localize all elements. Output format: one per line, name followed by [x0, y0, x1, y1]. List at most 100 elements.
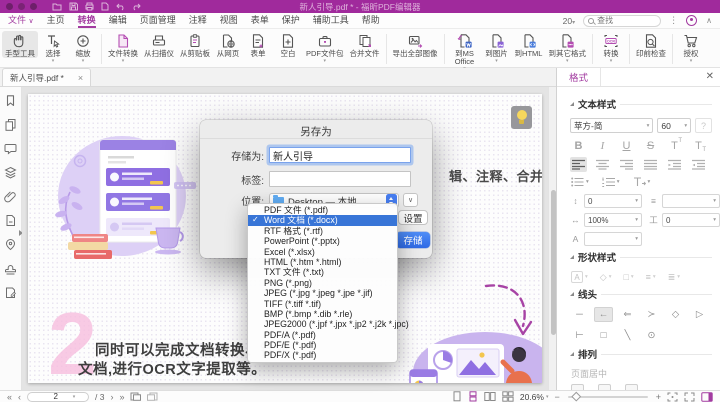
- menu-edit[interactable]: 编辑: [109, 13, 127, 28]
- settings-button[interactable]: 设置: [398, 210, 428, 225]
- format-option[interactable]: TIFF (*.tiff *.tif): [248, 299, 397, 309]
- tab-format[interactable]: 格式: [557, 68, 601, 86]
- format-option[interactable]: PDF/E (*.pdf): [248, 340, 397, 350]
- menu-help[interactable]: 帮助: [362, 13, 380, 28]
- single-page-view-icon[interactable]: [452, 391, 462, 402]
- format-option[interactable]: PDF 文件 (*.pdf): [248, 205, 397, 215]
- layers-icon[interactable]: [4, 166, 17, 179]
- menu-file[interactable]: 文件 ∨: [8, 13, 34, 28]
- zoom-slider[interactable]: [568, 396, 648, 398]
- horizontal-scale-control[interactable]: ↔ 100%▾: [570, 213, 642, 227]
- character-spacing-control[interactable]: A ▾: [570, 232, 642, 246]
- line-spacing-control[interactable]: ↕ 0▾: [570, 194, 642, 208]
- fit-page-icon[interactable]: [667, 392, 678, 402]
- page-thumbnails-icon[interactable]: [4, 118, 17, 131]
- format-option[interactable]: HTML (*.htm *.html): [248, 257, 397, 267]
- format-option[interactable]: JPEG2000 (*.jpf *.jpx *.jp2 *.j2k *.jpc): [248, 319, 397, 329]
- format-option[interactable]: PDF/A (*.pdf): [248, 330, 397, 340]
- close-panel-icon[interactable]: ✕: [706, 71, 714, 82]
- location-pin-icon[interactable]: [4, 238, 17, 251]
- section-line-ends[interactable]: 线头: [570, 287, 712, 301]
- search-input[interactable]: [597, 16, 656, 25]
- tool-preflight[interactable]: 印前检查: [633, 31, 669, 58]
- format-option[interactable]: PowerPoint (*.pptx): [248, 236, 397, 246]
- section-text-style[interactable]: 文本样式: [570, 97, 712, 111]
- account-avatar[interactable]: [686, 15, 697, 26]
- tool-export-all-images[interactable]: 导出全部图像: [390, 31, 441, 58]
- save-icon[interactable]: [69, 2, 78, 11]
- numbered-list-button[interactable]: ▾: [602, 177, 620, 187]
- close-window-button[interactable]: [6, 3, 13, 10]
- shape-fill-button[interactable]: □▾: [623, 272, 633, 282]
- tool-blank[interactable]: 空白: [273, 31, 303, 58]
- document-tab[interactable]: 新人引导.pdf * ×: [2, 68, 91, 86]
- menu-home[interactable]: 主页: [47, 13, 65, 28]
- tool-license[interactable]: 授权 ▾: [676, 31, 706, 64]
- strikethrough-button[interactable]: S: [643, 138, 658, 153]
- previous-view-icon[interactable]: [130, 392, 141, 401]
- line-end-square[interactable]: □: [594, 328, 613, 343]
- line-end-diamond[interactable]: ◇: [666, 307, 685, 322]
- tool-to-html[interactable]: 到HTML: [512, 31, 546, 58]
- font-size-select[interactable]: 60▾: [657, 118, 691, 133]
- print-icon[interactable]: [85, 2, 94, 11]
- paragraph-indent-button[interactable]: ▾: [633, 177, 651, 187]
- format-option[interactable]: PDF/X (*.pdf): [248, 350, 397, 360]
- paragraph-spacing-control[interactable]: ≡ ▾: [648, 194, 720, 208]
- tool-to-image[interactable]: 到图片 ▾: [482, 31, 512, 64]
- italic-button[interactable]: I: [595, 138, 610, 153]
- shape-outline-button[interactable]: ◇▾: [600, 272, 612, 283]
- page-icon[interactable]: [101, 2, 109, 11]
- tool-from-scanner[interactable]: 从扫描仪: [141, 31, 177, 58]
- tool-from-clipboard[interactable]: 从剪贴板: [177, 31, 213, 58]
- superscript-button[interactable]: TT: [667, 138, 682, 153]
- fullscreen-icon[interactable]: [684, 392, 695, 402]
- menu-protect[interactable]: 保护: [282, 13, 300, 28]
- zoom-in-button[interactable]: +: [656, 392, 661, 402]
- menu-comment[interactable]: 注释: [189, 13, 207, 28]
- search-box[interactable]: [583, 15, 661, 27]
- line-end-open-arrow[interactable]: ⇐: [618, 307, 637, 322]
- subscript-button[interactable]: TT: [691, 138, 706, 153]
- tool-ocr-convert[interactable]: OCR 转换 ▾: [596, 31, 626, 64]
- format-option[interactable]: JPEG (*.jpg *.jpeg *.jpe *.jif): [248, 288, 397, 298]
- align-justify-button[interactable]: [642, 157, 659, 172]
- font-family-select[interactable]: 苹方-简▾: [570, 118, 653, 133]
- format-option[interactable]: BMP (*.bmp *.dib *.rle): [248, 309, 397, 319]
- page-number-input[interactable]: [41, 392, 71, 401]
- tool-convert-file[interactable]: 文件转换 ▾: [105, 31, 141, 64]
- zoom-slider-knob[interactable]: [571, 391, 580, 400]
- continuous-view-icon[interactable]: [468, 391, 478, 402]
- filename-input[interactable]: [269, 147, 411, 163]
- open-file-icon[interactable]: [52, 2, 62, 11]
- comments-icon[interactable]: [4, 142, 17, 155]
- form-fields-icon[interactable]: [4, 286, 17, 299]
- page-number-box[interactable]: ▾: [27, 392, 89, 402]
- tags-input[interactable]: [269, 171, 411, 187]
- first-page-button[interactable]: «: [7, 392, 12, 402]
- tool-select[interactable]: 选择 ▾: [38, 31, 68, 64]
- font-extra-button[interactable]: ?: [695, 118, 712, 133]
- bold-button[interactable]: B: [571, 138, 586, 153]
- expand-dialog-button[interactable]: ∨: [403, 193, 418, 207]
- line-end-triangle[interactable]: ▷: [690, 307, 709, 322]
- align-center-button[interactable]: [594, 157, 611, 172]
- tool-from-webpage[interactable]: 从网页: [213, 31, 243, 58]
- previous-page-button[interactable]: ‹: [18, 392, 21, 402]
- tool-zoom[interactable]: 缩放 ▾: [68, 31, 98, 64]
- menu-view[interactable]: 视图: [220, 13, 238, 28]
- decrease-indent-button[interactable]: [666, 157, 683, 172]
- increase-indent-button[interactable]: [690, 157, 707, 172]
- facing-view-icon[interactable]: [484, 391, 496, 402]
- tool-to-other-formats[interactable]: 到其它格式 ▾: [546, 31, 590, 64]
- menu-page-management[interactable]: 页面管理: [140, 13, 176, 28]
- align-left-button[interactable]: [570, 157, 587, 172]
- fullscreen-window-button[interactable]: [30, 3, 37, 10]
- more-options-icon[interactable]: ⋮: [669, 15, 678, 26]
- bullet-list-button[interactable]: ▾: [571, 177, 589, 187]
- menu-form[interactable]: 表单: [251, 13, 269, 28]
- format-option[interactable]: RTF 格式 (*.rtf): [248, 226, 397, 236]
- bookmarks-icon[interactable]: [4, 94, 17, 107]
- line-weight-button[interactable]: ≣▾: [668, 272, 680, 283]
- last-page-button[interactable]: »: [119, 392, 124, 402]
